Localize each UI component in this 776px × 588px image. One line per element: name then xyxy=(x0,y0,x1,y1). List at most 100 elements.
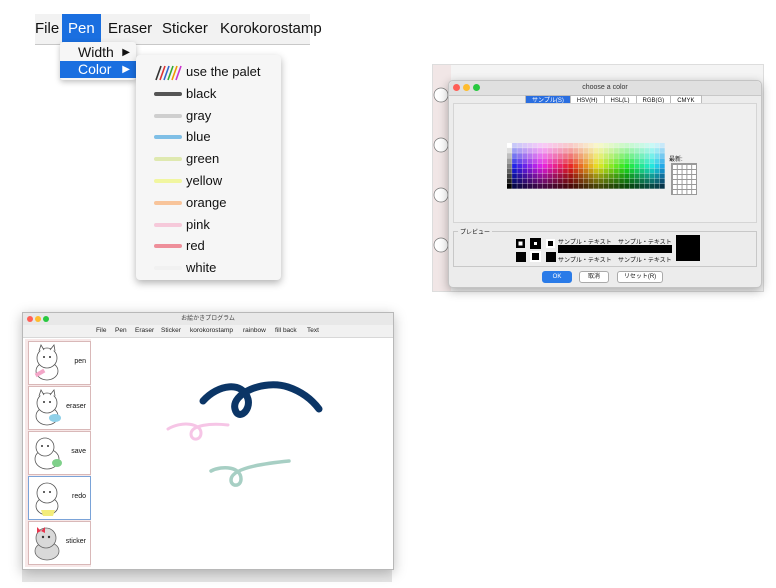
color-swatch-cell[interactable] xyxy=(644,173,650,179)
app-menu-rainbow[interactable]: rainbow xyxy=(243,325,266,337)
color-swatch-cell[interactable] xyxy=(649,163,655,169)
app-menu-file[interactable]: File xyxy=(96,325,106,337)
color-item-yellow[interactable]: yellow xyxy=(136,170,281,192)
color-swatch-cell[interactable] xyxy=(614,178,619,184)
color-swatch-cell[interactable] xyxy=(563,173,568,179)
app-menu-eraser[interactable]: Eraser xyxy=(135,325,154,337)
color-swatch-cell[interactable] xyxy=(649,183,655,189)
color-swatch-cell[interactable] xyxy=(537,168,543,174)
color-swatch-cell[interactable] xyxy=(588,173,594,179)
color-swatch-cell[interactable] xyxy=(573,183,579,189)
color-swatch-cell[interactable] xyxy=(634,158,640,164)
color-swatch-cell[interactable] xyxy=(532,148,538,153)
color-swatch-cell[interactable] xyxy=(654,158,660,164)
color-swatch-cell[interactable] xyxy=(542,143,548,148)
color-swatch-cell[interactable] xyxy=(624,173,630,179)
color-swatch-cell[interactable] xyxy=(639,163,645,169)
color-swatch-cell[interactable] xyxy=(568,148,573,153)
color-swatch-cell[interactable] xyxy=(654,168,660,174)
eraser-button[interactable]: eraser xyxy=(28,386,91,430)
swatch-grid[interactable] xyxy=(507,143,665,189)
color-swatch-cell[interactable] xyxy=(568,168,573,174)
color-swatch-cell[interactable] xyxy=(608,178,614,184)
color-swatch-cell[interactable] xyxy=(532,183,538,189)
color-swatch-cell[interactable] xyxy=(659,178,665,184)
color-swatch-cell[interactable] xyxy=(614,168,619,174)
color-swatch-cell[interactable] xyxy=(583,183,589,189)
color-swatch-cell[interactable] xyxy=(608,153,614,159)
color-item-white[interactable]: white xyxy=(136,257,281,279)
color-swatch-cell[interactable] xyxy=(598,173,604,179)
color-swatch-cell[interactable] xyxy=(527,143,533,148)
color-item-red[interactable]: red xyxy=(136,235,281,257)
color-swatch-cell[interactable] xyxy=(608,183,614,189)
color-swatch-cell[interactable] xyxy=(532,168,538,174)
color-swatch-cell[interactable] xyxy=(614,153,619,159)
color-swatch-cell[interactable] xyxy=(629,168,635,174)
color-swatch-cell[interactable] xyxy=(598,143,604,148)
color-swatch-cell[interactable] xyxy=(629,163,635,169)
color-swatch-cell[interactable] xyxy=(629,173,635,179)
sticker-button[interactable]: sticker xyxy=(28,521,91,565)
app-menu-fill-back[interactable]: fill back xyxy=(275,325,297,337)
color-swatch-cell[interactable] xyxy=(563,143,568,148)
color-swatch-cell[interactable] xyxy=(552,173,558,179)
color-swatch-cell[interactable] xyxy=(654,183,660,189)
color-swatch-cell[interactable] xyxy=(568,143,573,148)
color-swatch-cell[interactable] xyxy=(583,158,589,164)
color-swatch-cell[interactable] xyxy=(573,168,579,174)
color-swatch-cell[interactable] xyxy=(507,158,512,164)
color-swatch-cell[interactable] xyxy=(537,143,543,148)
color-swatch-cell[interactable] xyxy=(512,178,517,184)
color-swatch-cell[interactable] xyxy=(654,153,660,159)
color-swatch-cell[interactable] xyxy=(563,183,568,189)
close-icon[interactable] xyxy=(27,316,33,322)
color-swatch-cell[interactable] xyxy=(629,158,635,164)
color-swatch-cell[interactable] xyxy=(507,153,512,159)
color-swatch-cell[interactable] xyxy=(649,148,655,153)
color-swatch-cell[interactable] xyxy=(563,168,568,174)
color-swatch-cell[interactable] xyxy=(619,153,624,159)
color-swatch-cell[interactable] xyxy=(583,168,589,174)
color-swatch-cell[interactable] xyxy=(578,148,584,153)
color-swatch-cell[interactable] xyxy=(542,173,548,179)
color-item-blue[interactable]: blue xyxy=(136,126,281,148)
color-swatch-cell[interactable] xyxy=(624,153,630,159)
color-swatch-cell[interactable] xyxy=(619,143,624,148)
color-swatch-cell[interactable] xyxy=(532,153,538,159)
color-swatch-cell[interactable] xyxy=(634,148,640,153)
color-swatch-cell[interactable] xyxy=(522,168,528,174)
color-swatch-cell[interactable] xyxy=(552,183,558,189)
color-swatch-cell[interactable] xyxy=(639,173,645,179)
color-swatch-cell[interactable] xyxy=(517,163,522,169)
color-swatch-cell[interactable] xyxy=(614,173,619,179)
color-swatch-cell[interactable] xyxy=(659,153,665,159)
color-swatch-cell[interactable] xyxy=(557,153,563,159)
color-swatch-cell[interactable] xyxy=(619,158,624,164)
color-swatch-cell[interactable] xyxy=(583,173,589,179)
color-swatch-cell[interactable] xyxy=(573,153,579,159)
color-swatch-cell[interactable] xyxy=(629,178,635,184)
color-swatch-cell[interactable] xyxy=(588,148,594,153)
redo-button[interactable]: redo xyxy=(28,476,91,520)
color-swatch-cell[interactable] xyxy=(547,148,553,153)
color-swatch-cell[interactable] xyxy=(583,143,589,148)
color-swatch-cell[interactable] xyxy=(598,153,604,159)
color-swatch-cell[interactable] xyxy=(552,148,558,153)
color-swatch-cell[interactable] xyxy=(568,183,573,189)
color-swatch-cell[interactable] xyxy=(644,168,650,174)
color-swatch-cell[interactable] xyxy=(598,148,604,153)
color-swatch-cell[interactable] xyxy=(634,183,640,189)
color-swatch-cell[interactable] xyxy=(517,153,522,159)
color-swatch-cell[interactable] xyxy=(644,183,650,189)
maximize-icon[interactable] xyxy=(473,84,480,91)
color-swatch-cell[interactable] xyxy=(608,158,614,164)
color-swatch-cell[interactable] xyxy=(593,173,599,179)
color-swatch-cell[interactable] xyxy=(552,158,558,164)
save-button[interactable]: save xyxy=(28,431,91,475)
color-swatch-cell[interactable] xyxy=(512,168,517,174)
color-swatch-cell[interactable] xyxy=(644,163,650,169)
color-swatch-cell[interactable] xyxy=(644,143,650,148)
color-swatch-cell[interactable] xyxy=(629,153,635,159)
color-swatch-cell[interactable] xyxy=(588,143,594,148)
